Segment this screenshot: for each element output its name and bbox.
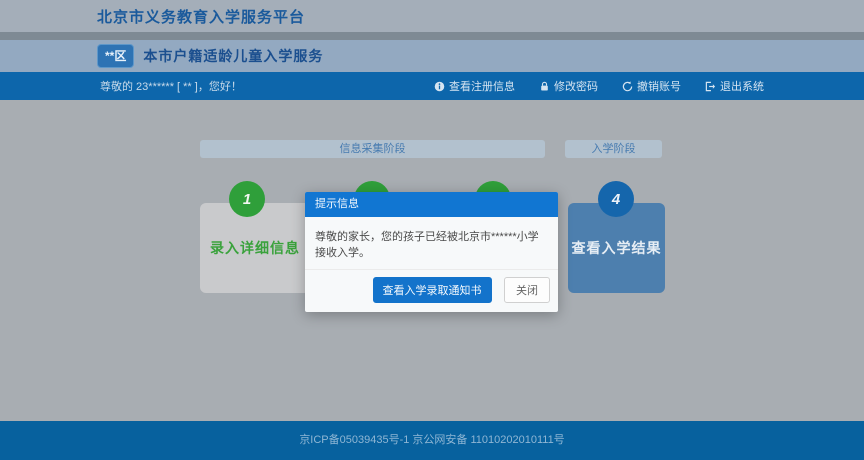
stage-bar-collection: 信息采集阶段 [200, 140, 545, 158]
stage-bar-enrollment: 入学阶段 [565, 140, 662, 158]
page: 北京市义务教育入学服务平台 **区 本市户籍适龄儿童入学服务 尊敬的 23***… [0, 0, 864, 460]
step-card-enter-details[interactable]: 录入详细信息 [200, 203, 310, 293]
navbar: 尊敬的 23****** [ ** ]，您好！ 查看注册信息 修改密码 撤销账号 [0, 72, 864, 100]
menu-item-label: 修改密码 [554, 78, 598, 94]
lock-icon [539, 81, 550, 92]
icp-license-text: 京ICP备05039435号-1 京公网安备 11010202010111号 [0, 421, 864, 460]
navbar-menu: 查看注册信息 修改密码 撤销账号 退出系统 [434, 78, 764, 94]
step-label: 查看入学结果 [572, 238, 662, 258]
service-title: 本市户籍适龄儿童入学服务 [143, 46, 323, 66]
district-badge: **区 [97, 44, 134, 68]
menu-item-label: 退出系统 [720, 78, 764, 94]
platform-header: 北京市义务教育入学服务平台 [0, 0, 864, 32]
platform-title: 北京市义务教育入学服务平台 [97, 6, 305, 27]
menu-item-label: 查看注册信息 [449, 78, 515, 94]
view-admission-notice-button[interactable]: 查看入学录取通知书 [373, 277, 492, 303]
modal-body: 尊敬的家长，您的孩子已经被北京市******小学接收入学。 [305, 217, 558, 269]
logout-icon [705, 81, 716, 92]
undo-icon [622, 81, 633, 92]
info-circle-icon [434, 81, 445, 92]
user-greeting: 尊敬的 23****** [ ** ]，您好！ [100, 78, 242, 94]
menu-item-change-password[interactable]: 修改密码 [539, 78, 598, 94]
menu-item-view-registration[interactable]: 查看注册信息 [434, 78, 515, 94]
service-header: **区 本市户籍适龄儿童入学服务 [0, 40, 864, 72]
notice-modal: 提示信息 尊敬的家长，您的孩子已经被北京市******小学接收入学。 查看入学录… [305, 192, 558, 312]
close-button[interactable]: 关闭 [504, 277, 550, 303]
step-number-badge: 4 [598, 181, 634, 217]
modal-footer: 查看入学录取通知书 关闭 [305, 269, 558, 312]
step-label: 录入详细信息 [210, 238, 300, 258]
menu-item-label: 撤销账号 [637, 78, 681, 94]
step-number-badge: 1 [229, 181, 265, 217]
header-divider [0, 32, 864, 40]
modal-message: 尊敬的家长，您的孩子已经被北京市******小学接收入学。 [315, 228, 548, 260]
menu-item-cancel-account[interactable]: 撤销账号 [622, 78, 681, 94]
menu-item-logout[interactable]: 退出系统 [705, 78, 764, 94]
modal-title: 提示信息 [305, 192, 558, 217]
footer: 京ICP备05039435号-1 京公网安备 11010202010111号 [0, 421, 864, 460]
